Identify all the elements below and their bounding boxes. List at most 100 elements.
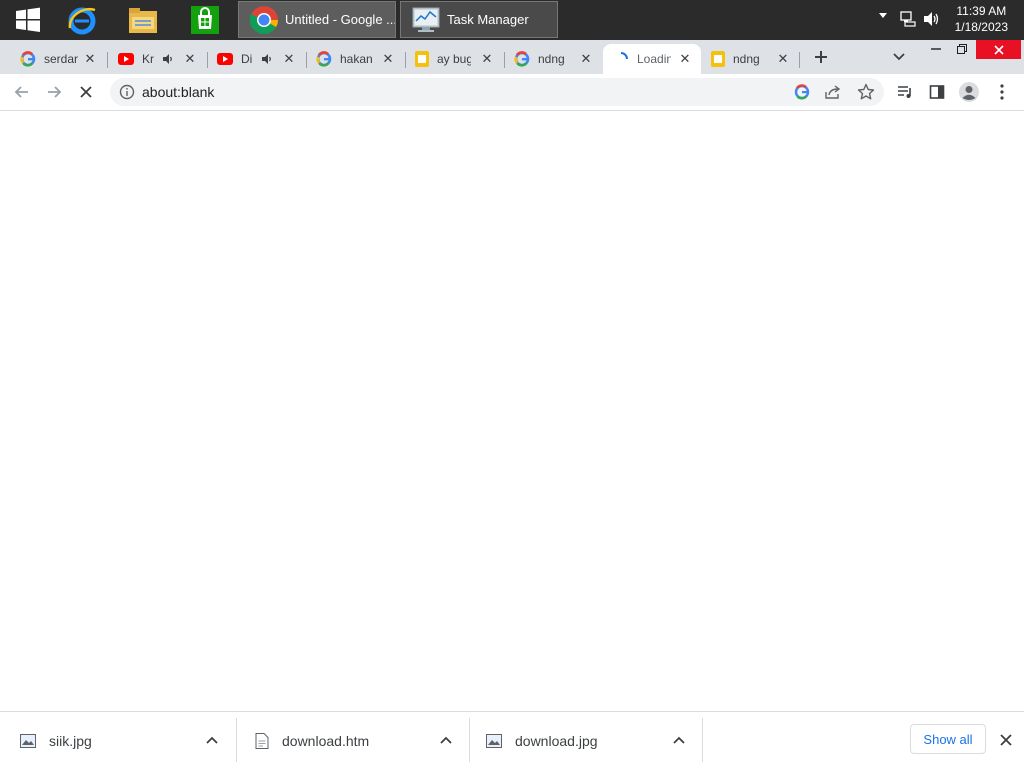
tab-label: Kr [142, 52, 154, 66]
close-icon [993, 44, 1004, 55]
youtube-favicon-icon [217, 53, 233, 65]
clock-date: 1/18/2023 [954, 20, 1008, 34]
tab-close-icon[interactable]: ✕ [380, 51, 396, 67]
image-file-icon [20, 733, 36, 748]
tab-close-icon[interactable]: ✕ [677, 51, 693, 67]
show-all-button[interactable]: Show all [910, 724, 986, 754]
tab-label: hakan [340, 52, 373, 66]
page-content [0, 111, 1024, 711]
tab-label: serdar [44, 52, 78, 66]
minimize-icon [931, 48, 941, 50]
loading-spinner-icon [620, 52, 628, 60]
media-queue-icon [898, 86, 911, 98]
google-favicon-icon [316, 51, 332, 67]
internet-explorer-button[interactable] [54, 0, 110, 40]
taskbar-task-manager-label: Task Manager [447, 12, 529, 27]
chevron-up-icon[interactable] [440, 736, 452, 744]
google-lens-icon[interactable] [794, 84, 810, 100]
info-icon[interactable] [119, 84, 135, 100]
speaker-icon[interactable] [162, 53, 174, 65]
tab-close-icon[interactable]: ✕ [775, 51, 791, 67]
tab-1[interactable]: Kr ✕ [110, 44, 206, 74]
new-tab-button[interactable] [807, 43, 835, 71]
kebab-menu-icon [1000, 84, 1004, 100]
tab-close-icon[interactable]: ✕ [82, 51, 98, 67]
notes-favicon-icon [711, 51, 725, 67]
volume-icon[interactable] [922, 11, 940, 27]
tab-2[interactable]: Di ✕ [209, 44, 305, 74]
back-button[interactable] [8, 78, 36, 106]
document-file-icon [255, 732, 269, 749]
arrow-right-icon [48, 86, 62, 98]
show-hidden-icons-icon[interactable] [879, 13, 887, 18]
bookmark-star-icon[interactable] [857, 83, 875, 101]
tab-label: ndng [733, 52, 760, 66]
chrome-icon [249, 5, 278, 34]
forward-button[interactable] [40, 78, 68, 106]
stop-loading-button[interactable] [72, 78, 100, 106]
image-file-icon [486, 733, 502, 748]
arrow-left-icon [14, 86, 28, 98]
side-panel-icon [929, 85, 945, 99]
taskbar: Untitled - Google ... Task Manager 11:39… [0, 0, 1024, 40]
tab-strip: serdar ✕ Kr ✕ Di ✕ hakan ✕ ay bug ✕ ndng… [0, 40, 1024, 74]
download-item[interactable]: siik.jpg [0, 712, 234, 769]
tab-6-active[interactable]: Loadin ✕ [603, 44, 701, 74]
internet-explorer-icon [68, 7, 96, 35]
google-favicon-icon [20, 51, 36, 67]
start-button[interactable] [0, 0, 56, 40]
tab-4[interactable]: ay bug ✕ [407, 44, 503, 74]
minimize-button[interactable] [922, 37, 950, 61]
tab-separator [306, 52, 307, 68]
tab-close-icon[interactable]: ✕ [182, 51, 198, 67]
close-window-button[interactable] [976, 40, 1021, 59]
taskbar-clock[interactable]: 11:39 AM 1/18/2023 [955, 3, 1008, 35]
file-explorer-button[interactable] [115, 0, 171, 40]
menu-button[interactable] [988, 78, 1016, 106]
chevron-up-icon[interactable] [206, 736, 218, 744]
chevron-up-icon[interactable] [673, 736, 685, 744]
profile-button[interactable] [955, 78, 983, 106]
stop-icon [80, 86, 92, 98]
download-item[interactable]: download.htm [237, 712, 469, 769]
tab-3[interactable]: hakan ✕ [308, 44, 404, 74]
close-downloads-button[interactable] [992, 726, 1020, 754]
youtube-favicon-icon [118, 53, 134, 65]
close-icon [1000, 734, 1012, 746]
chevron-down-icon [893, 53, 905, 61]
download-separator [702, 718, 703, 762]
restore-button[interactable] [948, 37, 976, 61]
download-item[interactable]: download.jpg [470, 712, 702, 769]
taskbar-task-manager-button[interactable]: Task Manager [400, 1, 558, 38]
url-text[interactable]: about:blank [142, 84, 214, 100]
share-icon[interactable] [824, 84, 842, 100]
tab-label: ndng [538, 52, 565, 66]
tab-close-icon[interactable]: ✕ [281, 51, 297, 67]
taskbar-chrome-label: Untitled - Google ... [285, 12, 395, 27]
tab-5[interactable]: ndng ✕ [506, 44, 602, 74]
store-icon [191, 6, 219, 34]
speaker-icon[interactable] [261, 53, 273, 65]
tab-label: Di [241, 52, 253, 66]
task-manager-icon [412, 7, 440, 32]
tab-separator [405, 52, 406, 68]
network-icon[interactable] [900, 11, 916, 27]
tab-search-button[interactable] [885, 43, 913, 71]
reading-list-button[interactable] [891, 78, 919, 106]
store-button[interactable] [177, 0, 233, 40]
download-filename: siik.jpg [49, 732, 92, 749]
tab-0[interactable]: serdar ✕ [12, 44, 106, 74]
tab-separator [504, 52, 505, 68]
address-bar[interactable]: about:blank [110, 78, 884, 106]
tab-separator [799, 52, 800, 68]
plus-icon [815, 51, 827, 63]
taskbar-chrome-button[interactable]: Untitled - Google ... [238, 1, 396, 38]
tab-separator [207, 52, 208, 68]
tab-close-icon[interactable]: ✕ [578, 51, 594, 67]
side-panel-button[interactable] [923, 78, 951, 106]
tab-close-icon[interactable]: ✕ [479, 51, 495, 67]
notes-favicon-icon [415, 51, 429, 67]
download-filename: download.htm [282, 732, 370, 749]
system-tray: 11:39 AM 1/18/2023 [864, 0, 1024, 40]
tab-7[interactable]: ndng ✕ [703, 44, 799, 74]
